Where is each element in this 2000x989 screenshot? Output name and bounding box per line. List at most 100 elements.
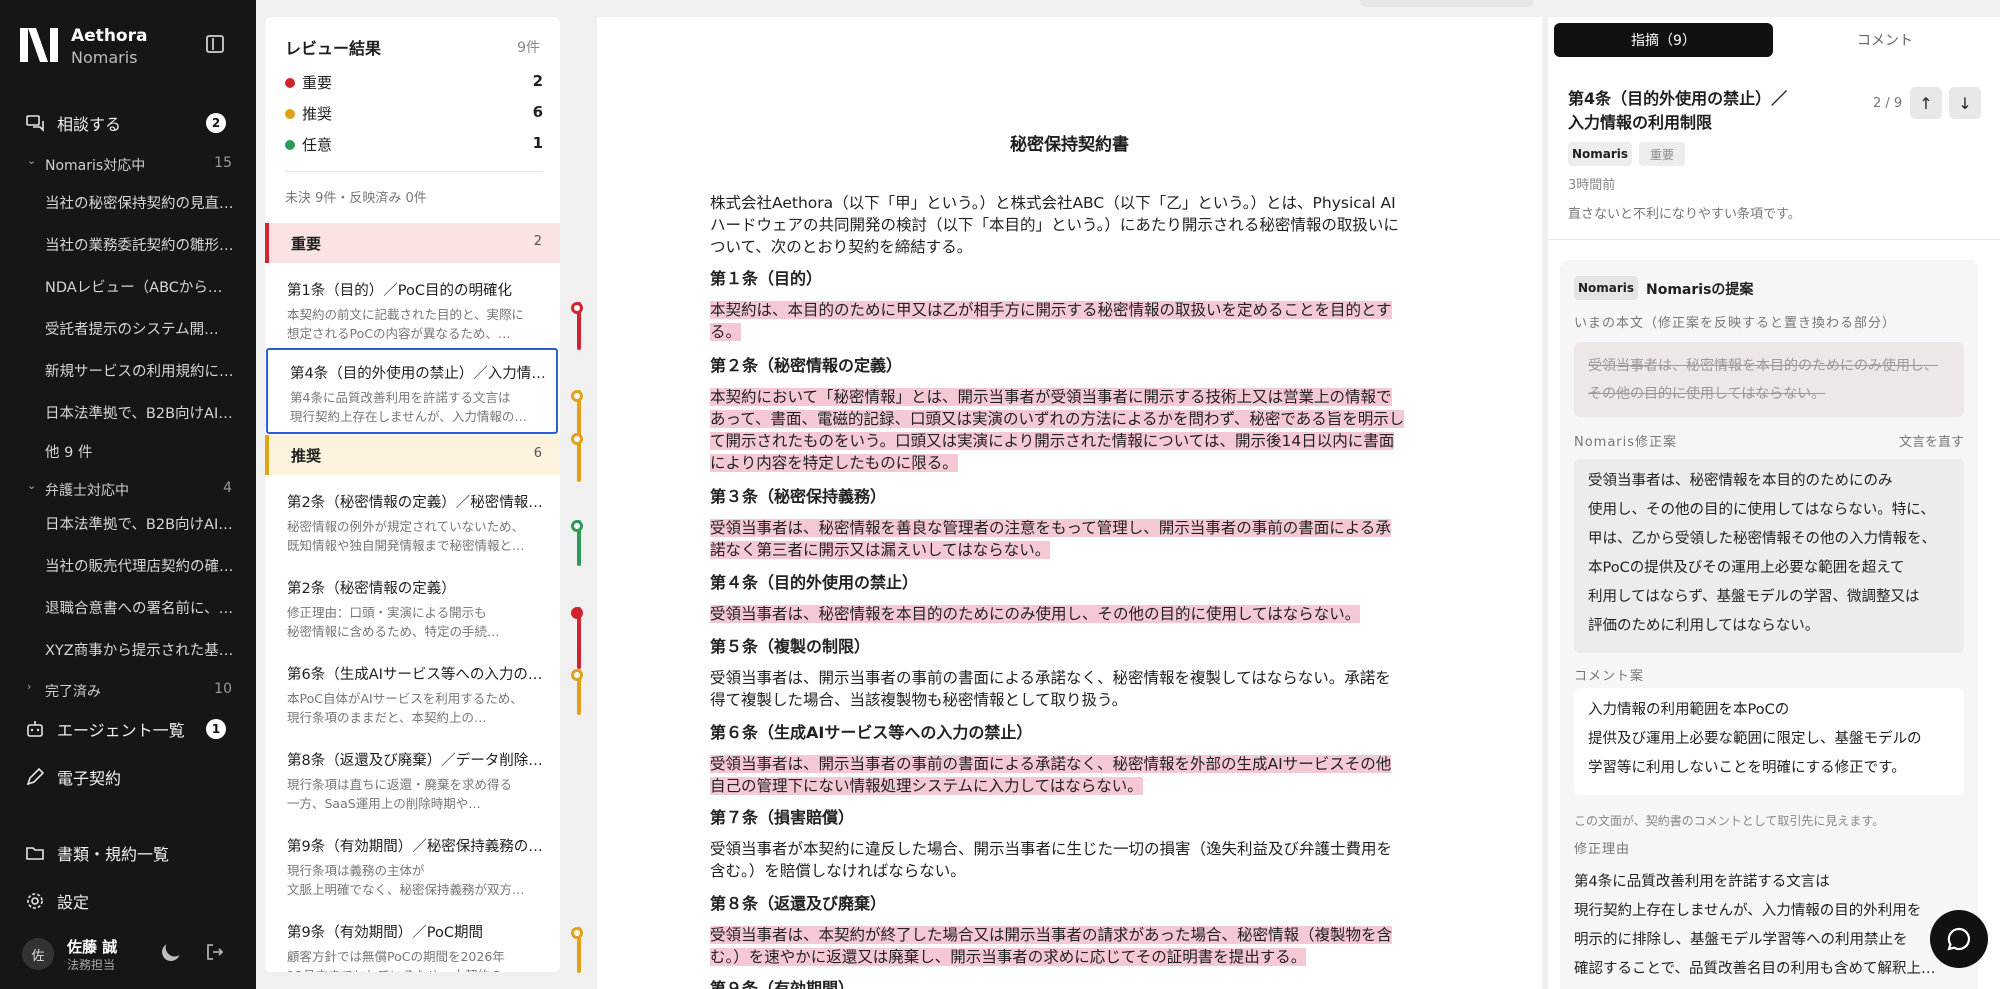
comment-draft-label: コメント案 (1574, 669, 1645, 684)
finding-pager: 2 / 9 (1873, 96, 1903, 111)
conversation-item[interactable]: 日本法準拠で、B2B向けAI… (45, 513, 235, 534)
conversation-item[interactable]: 受託者提示のシステム開… (45, 318, 235, 339)
article-heading: 第１条（目的） (710, 269, 823, 288)
review-item-desc: 第4条に品質改善利用を許諾する文言は 現行契約上存在しませんが、入力情報の… (290, 390, 527, 424)
avatar[interactable]: 佐 (22, 938, 54, 970)
more-conversations-link[interactable]: 他 9 件 (45, 441, 235, 462)
group-label: 完了済み (45, 684, 101, 700)
severity-count: 2 (532, 72, 543, 90)
highlighted-text[interactable]: 受領当事者は、開示当事者の事前の書面による承諾なく、秘密情報を外部の生成AIサー… (710, 755, 1392, 795)
severity-chip: 重要 (1639, 142, 1685, 166)
section-recommended[interactable]: 推奨 6 (265, 435, 560, 475)
nav-agents[interactable]: エージェント一覧 1 (0, 709, 256, 749)
finding-marker-dot[interactable] (571, 302, 583, 314)
brand-name: Aethora (71, 26, 148, 46)
article-heading: 第９条（有効期間） (710, 979, 855, 989)
finding-marker-dot[interactable] (571, 390, 583, 402)
review-item[interactable]: 第8条（返還及び廃棄）／データ削除… 現行条項は直ちに返還・廃棄を求め得る 一方… (265, 737, 560, 823)
group-count: 15 (214, 155, 232, 171)
finding-marker-dot[interactable] (571, 927, 583, 939)
source-chip: Nomaris (1568, 142, 1632, 166)
finding-marker-dot[interactable] (571, 607, 583, 619)
conversation-item[interactable]: 日本法準拠で、B2B向けAI… (45, 402, 235, 423)
review-item-desc: 現行条項は義務の主体が 文脈上明確でなく、秘密保持義務が双方… (287, 863, 525, 897)
sidebar: Aethora Nomaris 相談する 2 ⌄ Nomaris対応中 15 当… (0, 0, 256, 989)
review-item[interactable]: 第2条（秘密情報の定義）／秘密情報… 秘密情報の例外が規定されていないため、 既… (265, 479, 560, 565)
article-body: 受領当事者が本契約に違反した場合、開示当事者に生じた一切の損害（逸失利益及び弁護… (710, 840, 1393, 880)
divider (285, 171, 543, 172)
preamble: 株式会社Aethora（以下「甲」という。）と株式会社ABC（以下「乙」という。… (710, 194, 1399, 256)
review-item-selected[interactable]: 第4条（目的外使用の禁止）／入力情… 第4条に品質改善利用を許諾する文言は 現行… (266, 348, 558, 434)
highlighted-text[interactable]: 本契約において「秘密情報」とは、開示当事者が受領当事者に開示する技術上又は営業上… (710, 388, 1405, 472)
finding-time: 3時間前 (1568, 178, 1616, 193)
nav-settings[interactable]: 設定 (0, 881, 256, 921)
severity-optional: 任意 1 (285, 133, 543, 157)
original-text-label: いまの本文（修正案を反映すると置き換わる部分） (1574, 316, 1897, 331)
conversation-item[interactable]: XYZ商事から提示された基… (45, 639, 235, 660)
article-body[interactable]: 本契約において「秘密情報」とは、開示当事者が受領当事者に開示する技術上又は営業上… (710, 386, 1405, 474)
revision-label: Nomaris修正案 (1574, 435, 1678, 450)
logout-icon[interactable] (206, 943, 224, 961)
article-body[interactable]: 受領当事者は、本契約が終了した場合又は開示当事者の請求があった場合、秘密情報（複… (710, 924, 1405, 968)
finding-marker-dot[interactable] (571, 669, 583, 681)
nav-e-contract[interactable]: 電子契約 (0, 757, 256, 797)
review-item[interactable]: 第6条（生成AIサービス等への入力の… 本PoC自体がAIサービスを利用するため… (265, 651, 560, 737)
agents-count-badge: 1 (206, 719, 226, 739)
severity-recommended: 推奨 6 (285, 102, 543, 126)
review-item[interactable]: 第9条（有効期間）／秘密保持義務の… 現行条項は義務の主体が 文脈上明確でなく、… (265, 823, 560, 909)
article-body[interactable]: 受領当事者は、秘密情報を本目的のためにのみ使用し、その他の目的に使用してはならな… (710, 603, 1405, 625)
group-nomaris[interactable]: ⌄ Nomaris対応中 15 (0, 152, 256, 178)
highlighted-text[interactable]: 受領当事者は、本契約が終了した場合又は開示当事者の請求があった場合、秘密情報（複… (710, 926, 1393, 966)
conversation-item[interactable]: 当社の業務委託契約の雛形… (45, 234, 235, 255)
review-item-title: 第2条（秘密情報の定義）／秘密情報… (287, 495, 543, 511)
tab-comments[interactable]: コメント (1785, 23, 1985, 57)
highlighted-text[interactable]: 本契約は、本目的のために甲又は乙が相手方に開示する秘密情報の取扱いを定めることを… (710, 301, 1392, 341)
finding-detail-panel: 指摘（9） コメント 第4条（目的外使用の禁止）／入力情報の利用制限 2 / 9… (1548, 17, 2000, 989)
section-count: 6 (533, 446, 542, 461)
review-item-title: 第8条（返還及び廃棄）／データ削除… (287, 753, 543, 769)
finding-marker-dot[interactable] (571, 433, 583, 445)
reason-label: 修正理由 (1574, 842, 1631, 857)
review-item[interactable]: 第9条（有効期間）／PoC期間 顧客方針では無償PoCの期間を2026年 12月… (265, 909, 560, 972)
review-item[interactable]: 第1条（目的）／PoC目的の明確化 本契約の前文に記載された目的と、実際に 想定… (265, 267, 560, 353)
chat-support-button[interactable] (1930, 910, 1988, 968)
red-dot-icon (285, 78, 295, 88)
tab-findings[interactable]: 指摘（9） (1554, 23, 1773, 57)
severity-count: 1 (532, 134, 543, 152)
review-item[interactable]: 第2条（秘密情報の定義） 修正理由：口頭・実演による開示も 秘密情報に含めるため… (265, 565, 560, 651)
highlighted-text[interactable]: 受領当事者は、秘密情報を善良な管理者の注意をもって管理し、開示当事者の事前の書面… (710, 519, 1391, 559)
comment-draft[interactable]: 入力情報の利用範囲を本PoCの 提供及び運用上必要な範囲に限定し、基盤モデルの … (1574, 688, 1964, 795)
finding-title: 第4条（目的外使用の禁止）／入力情報の利用制限 (1568, 89, 1788, 132)
article-body: 受領当事者は、開示当事者の事前の書面による承諾なく、秘密情報を複製してはならない… (710, 669, 1391, 709)
apply-revision-link[interactable]: 文言を直す (1899, 431, 1964, 450)
article-heading: 第５条（複製の制限） (710, 637, 871, 656)
article-heading: 第６条（生成AIサービス等への入力の禁止） (710, 723, 1033, 742)
chevron-down-icon: ⌄ (27, 154, 37, 167)
conversation-item[interactable]: NDAレビュー（ABCからの… (45, 276, 235, 297)
next-finding-button[interactable]: ↓ (1949, 87, 1981, 119)
chat-icon (24, 112, 46, 134)
article-body[interactable]: 本契約は、本目的のために甲又は乙が相手方に開示する秘密情報の取扱いを定めることを… (710, 299, 1405, 343)
highlighted-text[interactable]: 受領当事者は、秘密情報を本目的のためにのみ使用し、その他の目的に使用してはならな… (710, 605, 1361, 623)
conversation-item[interactable]: 新規サービスの利用規約に… (45, 360, 235, 381)
conversation-item[interactable]: 当社の秘密保持契約の見直… (45, 192, 235, 213)
review-item-desc: 秘密情報の例外が規定されていないため、 既知情報や独自開発情報まで秘密情報と… (287, 519, 525, 553)
article-body[interactable]: 受領当事者は、秘密情報を善良な管理者の注意をもって管理し、開示当事者の事前の書面… (710, 517, 1405, 561)
nav-consult[interactable]: 相談する 2 (0, 103, 256, 143)
conversation-item[interactable]: 退職合意書への署名前に、… (45, 597, 235, 618)
section-critical[interactable]: 重要 2 (265, 223, 560, 263)
moon-icon[interactable] (159, 940, 182, 963)
comment-note: この文面が、契約書のコメントとして取引先に見えます。 (1574, 814, 1885, 828)
conversation-item[interactable]: 当社の販売代理店契約の確… (45, 555, 235, 576)
finding-marker-dot[interactable] (571, 520, 583, 532)
previous-finding-button[interactable]: ↑ (1910, 87, 1942, 119)
sidebar-collapse-icon[interactable] (206, 35, 224, 53)
article-body[interactable]: 受領当事者は、開示当事者の事前の書面による承諾なく、秘密情報を外部の生成AIサー… (710, 753, 1405, 797)
revised-text[interactable]: 受領当事者は、秘密情報を本目的のためにのみ 使用し、その他の目的に使用してはなら… (1574, 459, 1964, 653)
gear-icon (24, 890, 46, 912)
group-lawyer[interactable]: ⌄ 弁護士対応中 4 (0, 477, 256, 503)
nav-documents[interactable]: 書類・規約一覧 (0, 833, 256, 873)
reason-text: 第4条に品質改善利用を許諾する文言は 現行契約上存在しませんが、入力情報の目的外… (1574, 874, 1936, 977)
group-completed[interactable]: › 完了済み 10 (0, 678, 256, 704)
severity-critical: 重要 2 (285, 71, 543, 95)
